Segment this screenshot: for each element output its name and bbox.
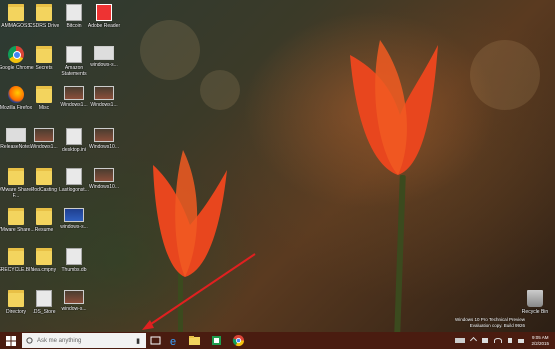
store-icon[interactable] (210, 334, 223, 347)
clock[interactable]: 9:05 AM 2/2/2015 (531, 335, 549, 347)
action-center-icon[interactable] (518, 338, 525, 343)
windows-logo-icon (6, 335, 16, 346)
microphone-icon[interactable]: ▮ (136, 337, 140, 345)
network-icon[interactable] (494, 338, 503, 343)
volume-icon[interactable] (508, 338, 513, 343)
taskbar: Ask me anything ▮ e 9:05 AM 2/2/2015 (0, 332, 555, 349)
start-button[interactable] (0, 332, 22, 349)
internet-explorer-icon[interactable]: e (168, 334, 181, 348)
battery-icon[interactable] (482, 338, 489, 343)
clock-time: 9:05 AM (531, 334, 549, 340)
file-explorer-icon[interactable] (188, 334, 201, 347)
clock-date: 2/2/2015 (531, 340, 549, 346)
cortana-search-box[interactable]: Ask me anything ▮ (22, 333, 146, 348)
keyboard-icon[interactable] (455, 338, 466, 343)
chrome-icon[interactable] (232, 334, 245, 347)
desktop[interactable]: AMMAGOSS CSDRS Drive Bitcoin Adobe Reader Go… (0, 0, 555, 349)
chevron-up-icon[interactable] (470, 336, 478, 345)
cortana-circle-icon (26, 337, 33, 344)
svg-text:e: e (170, 336, 176, 347)
system-tray: 9:05 AM 2/2/2015 (452, 332, 555, 349)
task-view-icon[interactable] (149, 334, 162, 347)
annotation-arrow (142, 253, 256, 330)
search-placeholder: Ask me anything (37, 337, 82, 344)
